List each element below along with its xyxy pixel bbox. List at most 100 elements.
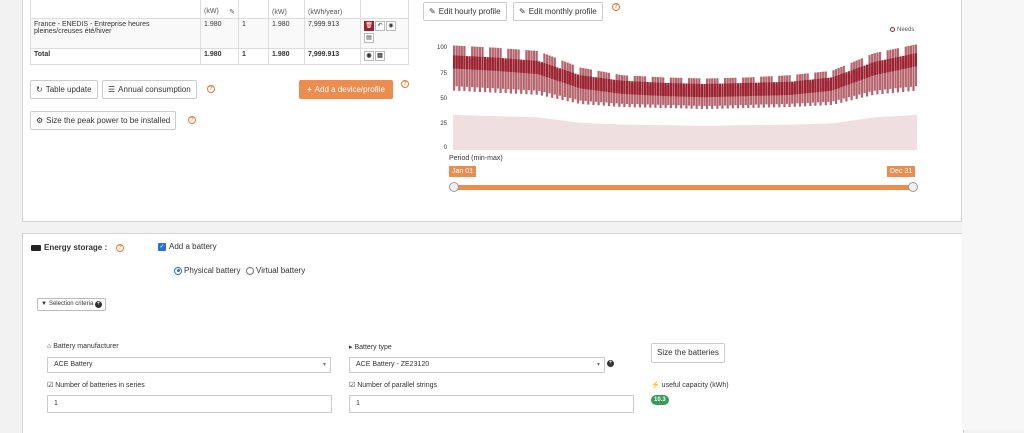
needs-core-bar: [811, 79, 814, 93]
document-icon[interactable]: ▤: [375, 51, 385, 61]
needs-core-bar: [878, 60, 882, 74]
help-icon[interactable]: ?: [116, 244, 124, 252]
selection-criteria-button[interactable]: ▼ Selection criteria +: [37, 298, 106, 311]
needs-core-bar: [695, 83, 698, 97]
needs-core-bar: [881, 60, 884, 74]
physical-battery-radio[interactable]: Physical battery: [174, 266, 240, 275]
needs-core-bar: [736, 83, 740, 97]
needs-core-bar: [700, 83, 703, 98]
edit-monthly-profile-button[interactable]: ✎ Edit monthly profile: [513, 2, 603, 21]
needs-core-bar: [579, 75, 582, 89]
parallel-strings-text: Number of parallel strings: [357, 382, 437, 389]
header-power-label: (kW): [204, 8, 219, 15]
battery-type-select[interactable]: ACE Battery - ZE23120 ▾: [349, 357, 605, 373]
needs-core-bar: [558, 68, 561, 82]
needs-core-bar: [845, 72, 848, 86]
needs-core-bar: [548, 64, 551, 78]
needs-core-bar: [739, 83, 742, 97]
needs-core-bar: [734, 83, 737, 97]
needs-core-bar: [721, 83, 724, 97]
help-icon[interactable]: ?: [188, 116, 196, 124]
needs-core-bar: [489, 57, 492, 71]
add-device-button[interactable]: + Add a device/profile: [299, 80, 393, 99]
needs-core-bar: [886, 59, 889, 73]
batteries-in-series-text: Number of batteries in series: [55, 382, 145, 389]
eye-icon[interactable]: ◉: [364, 51, 374, 61]
parallel-strings-input[interactable]: 1: [349, 395, 634, 413]
edit-icon[interactable]: ✎: [229, 8, 235, 16]
undo-icon[interactable]: ↶: [375, 21, 385, 31]
needs-core-bar: [749, 82, 752, 96]
eye-icon[interactable]: ◉: [386, 21, 396, 31]
needs-core-bar: [644, 81, 647, 96]
help-icon[interactable]: ?: [401, 80, 409, 88]
needs-core-bar: [471, 56, 474, 70]
chart-legend[interactable]: Needs: [890, 27, 914, 33]
needs-core-bar: [837, 75, 840, 89]
needs-core-bar: [605, 78, 608, 92]
battery-manufacturer-select[interactable]: ACE Battery ▾: [47, 357, 331, 373]
needs-core-bar: [675, 83, 678, 97]
period-slider-start-handle[interactable]: [449, 182, 459, 192]
virtual-battery-label: Virtual battery: [256, 266, 306, 275]
help-icon[interactable]: ?: [207, 85, 215, 93]
needs-core-bar: [646, 82, 649, 96]
period-slider-track[interactable]: [454, 185, 914, 190]
table-update-button[interactable]: ↻ Table update: [30, 80, 98, 99]
needs-core-bar: [726, 83, 729, 97]
needs-core-bar: [798, 80, 802, 94]
needs-core-bar: [868, 63, 871, 77]
needs-core-bar: [873, 61, 876, 76]
needs-core-bar: [780, 82, 783, 96]
needs-core-bar: [641, 81, 644, 95]
radio-empty-icon: [246, 266, 254, 275]
sliders-icon: ☰: [108, 85, 116, 94]
needs-core-bar: [649, 82, 652, 96]
battery-manufacturer-text: Battery manufacturer: [53, 343, 119, 350]
annual-consumption-button[interactable]: ☰ Annual consumption: [102, 80, 197, 99]
chevron-down-icon: ▾: [596, 362, 600, 368]
trash-icon[interactable]: 🗑: [364, 21, 374, 31]
needs-core-bar: [533, 60, 536, 74]
document-icon[interactable]: ▤: [364, 33, 374, 43]
y-tick: 100: [436, 45, 447, 51]
needs-core-bar: [765, 82, 768, 96]
needs-core-bar: [902, 55, 905, 70]
period-slider-end-handle[interactable]: [908, 182, 918, 192]
needs-core-bar: [571, 72, 574, 86]
needs-core-bar: [481, 56, 484, 71]
help-icon[interactable]: ?: [612, 3, 620, 11]
needs-core-bar: [610, 79, 613, 93]
needs-core-bar: [556, 67, 559, 81]
needs-core-bar: [496, 57, 500, 71]
needs-core-bar: [582, 75, 585, 89]
needs-core-bar: [716, 83, 719, 97]
plus-circle-icon[interactable]: +: [607, 360, 614, 367]
edit-monthly-label: Edit monthly profile: [528, 7, 597, 16]
needs-core-bar: [677, 83, 680, 97]
virtual-battery-radio[interactable]: Virtual battery: [246, 266, 305, 275]
needs-core-bar: [494, 57, 497, 71]
add-battery-checkbox[interactable]: ✓ Add a battery: [158, 242, 217, 251]
size-batteries-button[interactable]: Size the batteries: [651, 343, 725, 363]
needs-core-bar: [762, 82, 765, 96]
needs-core-bar: [842, 73, 845, 87]
device-power: 1.980: [200, 18, 239, 49]
needs-core-bar: [871, 62, 874, 76]
needs-core-bar: [522, 59, 525, 73]
y-tick: 50: [440, 96, 447, 102]
table-total-row: Total 1.980 1 1.980 7,999.913 ◉ ▤: [30, 48, 409, 65]
needs-core-bar: [600, 78, 603, 92]
needs-core-bar: [835, 75, 838, 90]
needs-core-bar: [602, 78, 605, 92]
edit-hourly-profile-button[interactable]: ✎ Edit hourly profile: [423, 2, 507, 21]
header-cell-name: [30, 0, 201, 19]
header-cell-actions: [360, 0, 409, 19]
needs-core-bar: [535, 60, 538, 74]
needs-core-bar: [530, 60, 533, 74]
needs-core-bar: [755, 82, 758, 96]
needs-core-bar: [659, 82, 662, 96]
needs-chart[interactable]: [453, 40, 917, 150]
batteries-in-series-input[interactable]: 1: [47, 395, 332, 413]
size-peak-power-button[interactable]: ⚙ Size the peak power to be installed: [30, 111, 177, 130]
